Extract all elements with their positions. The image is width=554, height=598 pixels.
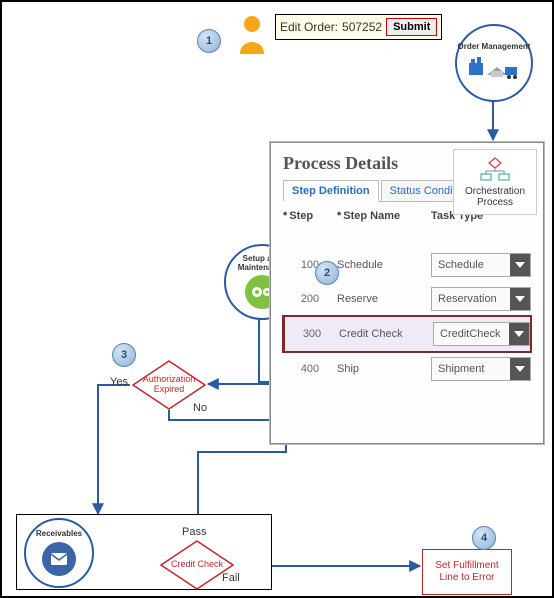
cell-step-name: Ship <box>337 363 431 375</box>
cell-step: 400 <box>283 363 337 375</box>
order-management-circle: Order Management <box>455 24 533 102</box>
cell-step: 200 <box>283 293 337 305</box>
credit-check-label: Credit Check <box>171 560 223 570</box>
receivables-icon <box>42 542 76 576</box>
credit-pass-label: Pass <box>182 526 206 538</box>
step-badge-2: 2 <box>315 261 339 285</box>
process-details-panel: Orchestration Process Process Details St… <box>270 142 544 444</box>
order-management-icon <box>467 55 521 81</box>
submit-button[interactable]: Submit <box>386 18 437 36</box>
orchestration-process-icon <box>475 156 515 184</box>
table-row: 400 Ship Shipment <box>283 352 531 386</box>
step-badge-4-num: 4 <box>481 532 487 544</box>
step-badge-4: 4 <box>472 526 496 550</box>
cell-step-name: Reserve <box>337 293 431 305</box>
th-step-name: Step Name <box>343 210 400 222</box>
order-management-title: Order Management <box>458 43 531 52</box>
step-badge-3-num: 3 <box>121 349 127 361</box>
set-fulfillment-error-box: Set Fulfillment Line to Error <box>422 549 512 595</box>
chevron-down-icon <box>510 288 530 310</box>
th-step: Step <box>289 210 313 222</box>
edit-order-box: Edit Order: 507252 Submit <box>275 14 442 40</box>
cell-step-name: Schedule <box>337 259 431 271</box>
edit-order-label: Edit Order: <box>280 20 338 34</box>
set-fulfillment-error-text: Set Fulfillment Line to Error <box>427 560 507 584</box>
step-badge-2-num: 2 <box>324 267 330 279</box>
task-type-select[interactable]: CreditCheck <box>433 322 530 346</box>
user-icon <box>235 14 269 54</box>
task-type-select[interactable]: Schedule <box>431 253 531 277</box>
task-type-select[interactable]: Reservation <box>431 287 531 311</box>
diagram-canvas: 1 Edit Order: 507252 Submit Order Manage… <box>0 0 554 598</box>
chevron-down-icon <box>510 358 530 380</box>
table-row: 200 Reserve Reservation <box>283 282 531 316</box>
receivables-circle: Receivables <box>24 518 94 588</box>
chevron-down-icon <box>509 323 529 345</box>
step-badge-1-num: 1 <box>206 35 212 47</box>
orch-line2: Process <box>477 197 513 208</box>
chevron-down-icon <box>510 254 530 276</box>
task-type-select[interactable]: Shipment <box>431 357 531 381</box>
cell-step: 300 <box>285 328 339 340</box>
receivables-title: Receivables <box>36 530 82 539</box>
authorization-expired-label: Authorization Expired <box>132 375 206 395</box>
cell-step-name: Credit Check <box>339 328 433 340</box>
auth-no-label: No <box>193 402 207 414</box>
tab-step-definition[interactable]: Step Definition <box>283 180 379 202</box>
step-badge-1: 1 <box>197 29 221 53</box>
auth-yes-label: Yes <box>110 376 128 388</box>
edit-order-number: 507252 <box>342 20 382 34</box>
orch-line1: Orchestration <box>465 186 525 197</box>
orchestration-process-box: Orchestration Process <box>453 149 537 215</box>
table-row-highlighted: 300 Credit Check CreditCheck <box>282 315 532 353</box>
credit-fail-label: Fail <box>222 572 240 584</box>
